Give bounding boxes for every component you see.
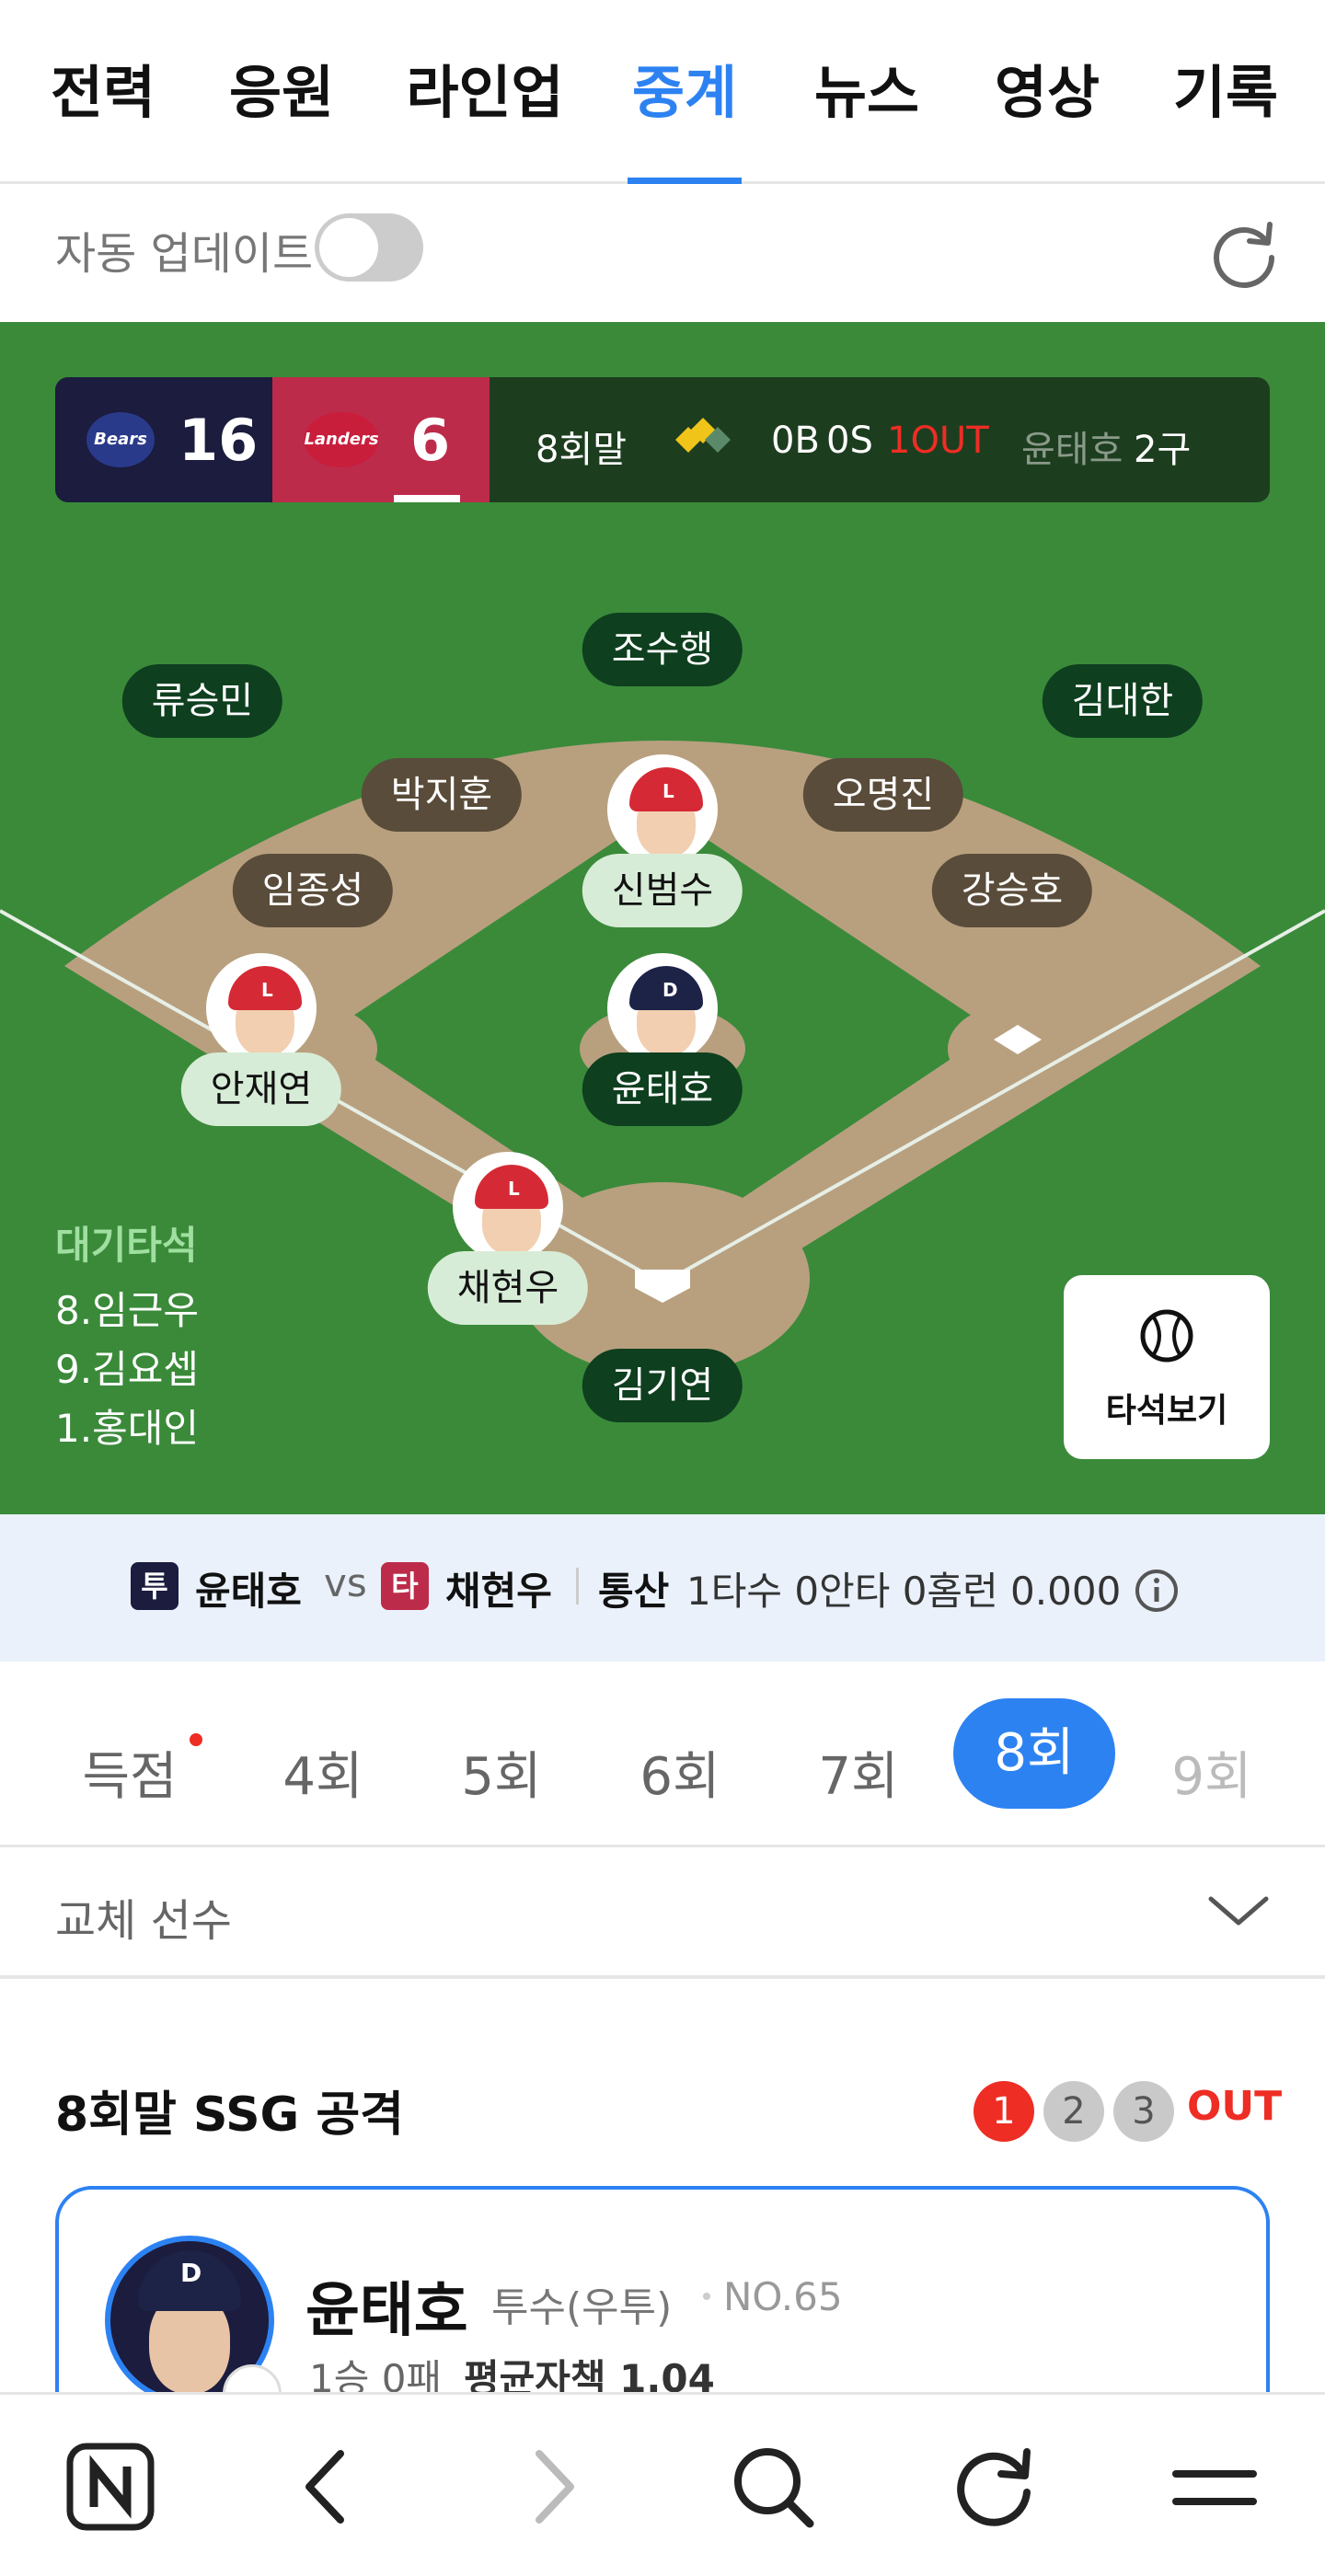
- divider: [576, 1568, 579, 1604]
- runner-third[interactable]: 안재연: [180, 1052, 342, 1126]
- inning-tab-scoring[interactable]: 득점: [79, 1735, 180, 1810]
- fielder-shortstop[interactable]: 박지훈: [361, 758, 523, 832]
- tab-news[interactable]: 뉴스: [806, 46, 928, 184]
- on-deck-batter: 9.김요셉: [55, 1347, 199, 1392]
- on-deck-batter: 1.홍대인: [55, 1406, 199, 1451]
- substitutes-dropdown[interactable]: 교체 선수: [0, 1847, 1325, 1979]
- refresh-icon[interactable]: [1205, 213, 1283, 291]
- menu-icon[interactable]: [1169, 2441, 1261, 2533]
- pitcher-avatar[interactable]: D: [607, 953, 718, 1064]
- matchup-pitcher: 윤태호: [195, 1569, 302, 1614]
- home-team-score: Landers 6: [272, 377, 490, 502]
- on-deck-list: 대기타석 8.임근우 9.김요셉 1.홍대인: [55, 1214, 199, 1458]
- baseball-field: Bears 16 Landers 6 8회말 0B 0S 1OUT 윤태호 2구…: [0, 322, 1325, 1514]
- fielder-second-baseman[interactable]: 오명진: [802, 758, 964, 832]
- bat-view-label: 타석보기: [1105, 1392, 1228, 1430]
- inning-label: 8회말: [536, 429, 628, 471]
- tab-lineup[interactable]: 라인업: [401, 46, 569, 184]
- auto-update-label: 자동 업데이트: [55, 228, 314, 280]
- count-outs: 1OUT: [887, 420, 989, 462]
- landers-logo: Landers: [304, 412, 379, 467]
- tab-records[interactable]: 기록: [1165, 46, 1286, 184]
- tab-power[interactable]: 전력: [42, 46, 164, 184]
- inning-tab-9[interactable]: 9회: [1161, 1735, 1262, 1810]
- matchup-vs: vs: [324, 1560, 367, 1605]
- auto-update-toggle[interactable]: [315, 213, 423, 282]
- pitcher-badge: 투: [131, 1562, 179, 1610]
- tab-broadcast[interactable]: 중계: [628, 46, 742, 184]
- out-marker-1: 1: [974, 2081, 1034, 2142]
- back-arrow-icon[interactable]: [282, 2441, 374, 2533]
- batting-indicator: [394, 495, 460, 502]
- inning-tab-4[interactable]: 4회: [272, 1735, 374, 1810]
- half-inning-title: 8회말 SSG 공격: [55, 2087, 404, 2143]
- fielder-right-fielder[interactable]: 김대한: [1042, 664, 1204, 738]
- pitcher-name: 윤태호: [305, 2277, 468, 2345]
- bases-icon: [666, 418, 740, 464]
- forward-arrow-icon[interactable]: [506, 2441, 598, 2533]
- count-balls: 0B: [771, 420, 820, 462]
- new-dot: [190, 1733, 202, 1746]
- browser-nav-bar: [0, 2392, 1325, 2576]
- inning-selector: 득점 4회 5회 6회 7회 8회 9회: [0, 1662, 1325, 1847]
- fielder-left-fielder[interactable]: 류승민: [121, 664, 283, 738]
- pitcher-chip[interactable]: 윤태호: [582, 1052, 743, 1126]
- inning-tab-5[interactable]: 5회: [451, 1735, 552, 1810]
- bat-view-button[interactable]: 타석보기: [1064, 1275, 1270, 1459]
- tab-cheer[interactable]: 응원: [221, 46, 342, 184]
- scoreboard: Bears 16 Landers 6 8회말 0B 0S 1OUT 윤태호 2구: [55, 377, 1270, 502]
- on-deck-title: 대기타석: [55, 1223, 198, 1268]
- baseball-icon: [1137, 1306, 1196, 1365]
- batter-badge: 타: [381, 1562, 429, 1610]
- search-icon[interactable]: [727, 2441, 819, 2533]
- pitch-count: 2구: [1134, 429, 1192, 471]
- home-score: 6: [410, 407, 451, 474]
- runner-third-avatar[interactable]: L: [206, 953, 317, 1064]
- pitcher-number: NO.65: [723, 2274, 843, 2319]
- runner-second[interactable]: 신범수: [582, 854, 743, 927]
- batter-chip[interactable]: 채현우: [427, 1251, 589, 1325]
- out-marker-2: 2: [1043, 2081, 1104, 2142]
- count-strikes: 0S: [826, 420, 873, 462]
- matchup-bar: 투 윤태호 vs 타 채현우 통산 1타수 0안타 0홈런 0.000: [0, 1514, 1325, 1662]
- out-label: OUT: [1187, 2083, 1283, 2130]
- catcher-chip[interactable]: 김기연: [582, 1349, 743, 1422]
- matchup-batter: 채현우: [445, 1569, 552, 1614]
- career-stats: 1타수 0안타 0홈런 0.000: [686, 1569, 1122, 1614]
- bears-logo: Bears: [86, 412, 155, 467]
- chevron-down-icon: [1207, 1892, 1270, 1928]
- info-icon[interactable]: [1134, 1568, 1180, 1614]
- runner-second-avatar[interactable]: L: [607, 754, 718, 865]
- fielder-center-fielder[interactable]: 조수행: [582, 613, 743, 686]
- current-pitcher: 윤태호: [1021, 429, 1123, 471]
- away-team-score: Bears 16: [55, 377, 272, 502]
- on-deck-batter: 8.임근우: [55, 1288, 199, 1333]
- inning-tab-7[interactable]: 7회: [808, 1735, 909, 1810]
- tab-video[interactable]: 영상: [986, 46, 1108, 184]
- pitcher-position: 투수(우투): [491, 2284, 673, 2331]
- separator-dot: [703, 2293, 710, 2300]
- auto-update-bar: 자동 업데이트: [0, 184, 1325, 322]
- away-score: 16: [179, 407, 259, 474]
- fielder-first-baseman[interactable]: 강승호: [931, 854, 1093, 927]
- fielder-third-baseman[interactable]: 임종성: [232, 854, 394, 927]
- game-tabs: 전력 응원 라인업 중계 뉴스 영상 기록: [0, 0, 1325, 184]
- out-marker-3: 3: [1113, 2081, 1174, 2142]
- inning-tab-6[interactable]: 6회: [629, 1735, 731, 1810]
- naver-home-icon[interactable]: [64, 2441, 156, 2533]
- substitutes-label: 교체 선수: [55, 1895, 232, 1947]
- batter-avatar[interactable]: L: [453, 1152, 563, 1262]
- inning-tab-8[interactable]: 8회: [953, 1698, 1115, 1809]
- career-label: 통산: [598, 1569, 670, 1614]
- reload-icon[interactable]: [948, 2441, 1040, 2533]
